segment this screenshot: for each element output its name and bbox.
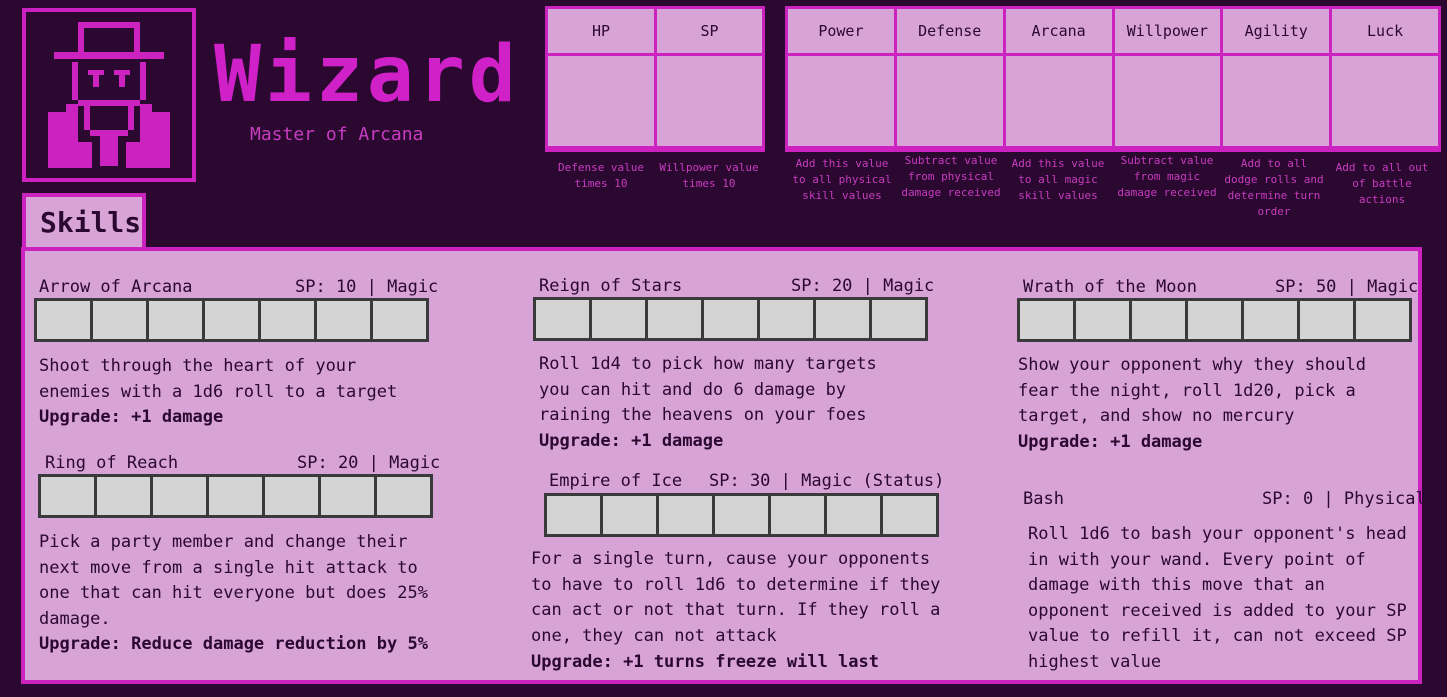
skill-cost: SP: 20 | Magic — [791, 276, 935, 296]
stat-header-hp: HP — [548, 9, 654, 53]
skill-slot[interactable] — [377, 477, 430, 515]
stat-value-sp[interactable] — [657, 56, 762, 146]
skill-upgrade: Upgrade: +1 damage — [1018, 432, 1203, 452]
vitals-table: HP SP — [545, 6, 765, 152]
skill-description: Pick a party member and change their nex… — [39, 532, 428, 629]
skill-slot[interactable] — [209, 477, 262, 515]
stat-note-sp: Willpower value times 10 — [659, 161, 759, 190]
wizard-portrait-icon — [48, 22, 170, 168]
skill-slot[interactable] — [648, 300, 701, 338]
skill-name: Reign of Stars — [539, 276, 683, 296]
skill-upgrade: Upgrade: +1 turns freeze will last — [531, 652, 879, 672]
stat-value-defense[interactable] — [896, 56, 1003, 146]
stat-value-agility[interactable] — [1223, 56, 1330, 146]
character-subtitle: Master of Arcana — [250, 124, 424, 145]
skill-slot[interactable] — [1020, 301, 1073, 339]
skill-slot[interactable] — [317, 301, 370, 339]
skill-slot[interactable] — [1132, 301, 1185, 339]
skill-slot[interactable] — [547, 496, 600, 534]
skill-slot[interactable] — [321, 477, 374, 515]
skill-slot[interactable] — [261, 301, 314, 339]
skill-slot[interactable] — [827, 496, 880, 534]
skill-slot[interactable] — [872, 300, 925, 338]
skill-cost: SP: 20 | Magic — [297, 453, 441, 473]
skill-description: Roll 1d4 to pick how many targets you ca… — [539, 354, 877, 425]
skill-slot[interactable] — [603, 496, 656, 534]
skill-name: Bash — [1023, 489, 1064, 509]
stat-note-arcana: Add this value to all magic skill values — [1011, 157, 1105, 202]
skill-slot[interactable] — [1244, 301, 1297, 339]
stat-header-sp: SP — [657, 9, 762, 53]
skill-slot[interactable] — [205, 301, 258, 339]
skill-slot[interactable] — [592, 300, 645, 338]
stat-header-luck: Luck — [1332, 9, 1438, 53]
skill-slot-track — [544, 493, 939, 537]
skill-slot[interactable] — [1188, 301, 1241, 339]
skill-slot-track — [34, 298, 429, 342]
skill-slot[interactable] — [816, 300, 869, 338]
skill-upgrade: Upgrade: Reduce damage reduction by 5% — [39, 634, 428, 654]
skill-slot-track — [1017, 298, 1412, 342]
stat-note-luck: Add to all out of battle actions — [1335, 161, 1429, 206]
skill-slot[interactable] — [1300, 301, 1353, 339]
skill-slot[interactable] — [760, 300, 813, 338]
skill-slot-track — [38, 474, 433, 518]
skill-name: Ring of Reach — [45, 453, 179, 473]
stat-header-power: Power — [788, 9, 894, 53]
stat-header-defense: Defense — [896, 9, 1003, 53]
stat-header-arcana: Arcana — [1005, 9, 1112, 53]
stat-header-willpower: Willpower — [1114, 9, 1221, 53]
skill-name: Arrow of Arcana — [39, 277, 193, 297]
skill-slot[interactable] — [41, 477, 94, 515]
skill-slot[interactable] — [883, 496, 936, 534]
skill-slot-track — [533, 297, 928, 341]
skill-slot[interactable] — [93, 301, 146, 339]
stat-header-agility: Agility — [1223, 9, 1330, 53]
skill-name: Empire of Ice — [549, 471, 683, 491]
skill-slot[interactable] — [1076, 301, 1129, 339]
skill-upgrade: Upgrade: +1 damage — [39, 407, 224, 427]
skill-slot[interactable] — [149, 301, 202, 339]
stat-note-power: Add this value to all physical skill val… — [792, 157, 892, 202]
skill-description: Show your opponent why they should fear … — [1018, 355, 1366, 426]
stat-value-luck[interactable] — [1332, 56, 1438, 146]
skill-slot[interactable] — [153, 477, 206, 515]
skill-description: For a single turn, cause your opponents … — [531, 549, 941, 646]
stat-value-power[interactable] — [788, 56, 894, 146]
stat-note-agility: Add to all dodge rolls and determine tur… — [1224, 157, 1324, 218]
skill-slot[interactable] — [715, 496, 768, 534]
stat-value-hp[interactable] — [548, 56, 654, 146]
skill-name: Wrath of the Moon — [1023, 277, 1197, 297]
stat-note-hp: Defense value times 10 — [557, 161, 645, 190]
skill-slot[interactable] — [373, 301, 426, 339]
stat-note-defense: Subtract value from physical damage rece… — [901, 154, 1001, 199]
skill-slot[interactable] — [659, 496, 712, 534]
skill-slot[interactable] — [771, 496, 824, 534]
skill-slot[interactable] — [1356, 301, 1409, 339]
skill-description: Shoot through the heart of your enemies … — [39, 356, 398, 402]
skill-upgrade: Upgrade: +1 damage — [539, 431, 724, 451]
skill-slot[interactable] — [536, 300, 589, 338]
tab-skills[interactable]: Skills — [22, 193, 146, 247]
attributes-table: Power Defense Arcana Willpower Agility L… — [785, 6, 1441, 152]
skill-cost: SP: 0 | Physical — [1262, 489, 1426, 509]
skill-cost: SP: 10 | Magic — [295, 277, 439, 297]
skill-description: Roll 1d6 to bash your opponent's head in… — [1028, 524, 1407, 672]
stat-note-willpower: Subtract value from magic damage receive… — [1117, 154, 1217, 199]
character-name: Wizard — [214, 30, 520, 120]
skill-cost: SP: 50 | Magic — [1275, 277, 1419, 297]
skill-slot[interactable] — [704, 300, 757, 338]
stat-value-arcana[interactable] — [1005, 56, 1112, 146]
skill-slot[interactable] — [37, 301, 90, 339]
skill-slot[interactable] — [97, 477, 150, 515]
character-portrait — [22, 8, 196, 182]
skill-cost: SP: 30 | Magic (Status) — [709, 471, 945, 491]
skill-slot[interactable] — [265, 477, 318, 515]
stat-value-willpower[interactable] — [1114, 56, 1221, 146]
